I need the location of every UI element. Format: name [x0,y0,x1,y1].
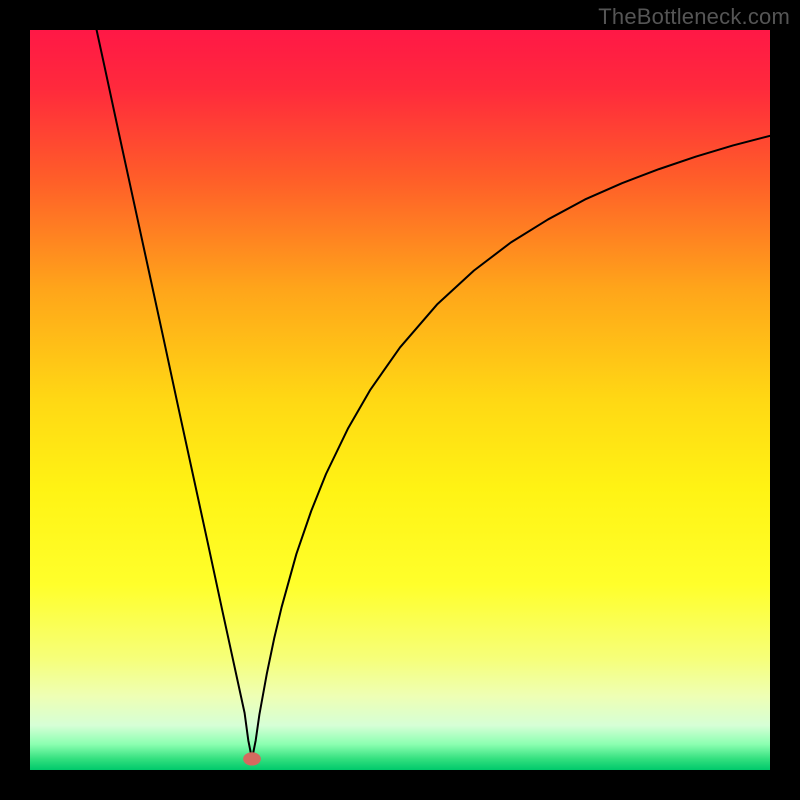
chart-frame: TheBottleneck.com [0,0,800,800]
gradient-background [30,30,770,770]
watermark-text: TheBottleneck.com [598,4,790,30]
plot-area [30,30,770,770]
chart-svg [30,30,770,770]
vertex-marker [243,752,261,765]
